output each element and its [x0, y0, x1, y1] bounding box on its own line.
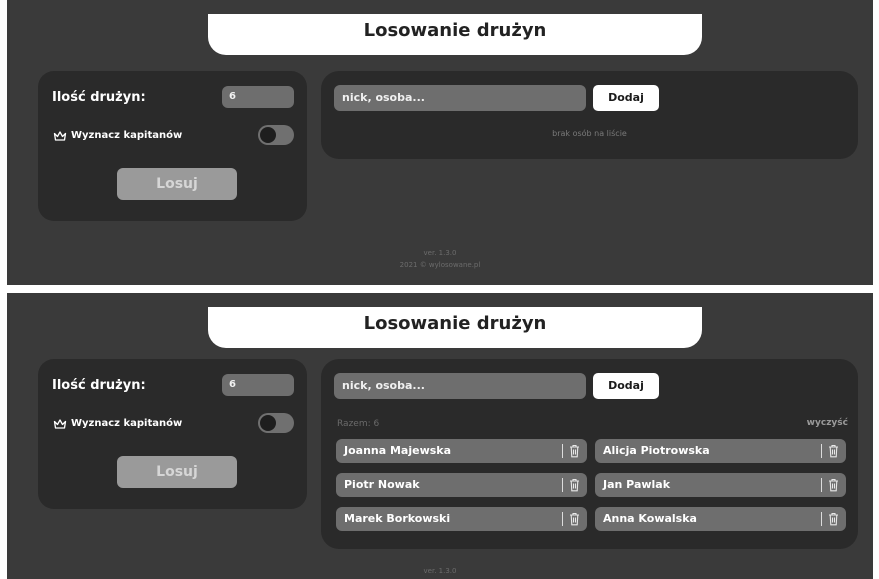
people-card: nick, osoba... Dodaj Razem: 6 wyczyść Jo…: [321, 359, 858, 549]
screen-filled-list: Losowanie drużyn Ilość drużyn: 6 Wyznacz…: [7, 293, 873, 579]
separator: [821, 478, 822, 492]
separator: [821, 512, 822, 526]
draw-button[interactable]: Losuj: [117, 456, 237, 488]
person-name: Alicja Piotrowska: [603, 444, 710, 457]
teams-count-label: Ilość drużyn:: [52, 378, 146, 393]
captains-toggle[interactable]: [258, 125, 294, 145]
trash-icon[interactable]: [569, 444, 580, 458]
toggle-knob: [260, 127, 276, 143]
person-item: Anna Kowalska: [595, 507, 846, 531]
nick-input[interactable]: nick, osoba...: [334, 373, 586, 399]
screen-empty-list: Losowanie drużyn Ilość drużyn: 6 Wyznacz…: [7, 0, 873, 285]
footer-copyright: 2021 © wylosowane.pl: [399, 261, 481, 269]
separator: [562, 478, 563, 492]
crown-icon: [53, 419, 67, 429]
trash-icon[interactable]: [828, 512, 839, 526]
separator: [562, 512, 563, 526]
page-title: Losowanie drużyn: [363, 20, 547, 41]
crown-icon: [53, 131, 67, 141]
person-name: Marek Borkowski: [344, 512, 451, 525]
person-item: Piotr Nowak: [336, 473, 587, 497]
person-item: Marek Borkowski: [336, 507, 587, 531]
total-count: Razem: 6: [337, 419, 380, 429]
clear-list-link[interactable]: wyczyść: [807, 418, 848, 428]
teams-count-input[interactable]: 6: [222, 86, 294, 108]
title-banner: Losowanie drużyn: [208, 14, 702, 55]
person-name: Piotr Nowak: [344, 478, 420, 491]
toggle-knob: [260, 415, 276, 431]
footer-version: ver. 1.3.0: [423, 249, 457, 257]
add-button[interactable]: Dodaj: [593, 85, 659, 111]
trash-icon[interactable]: [828, 444, 839, 458]
add-button[interactable]: Dodaj: [593, 373, 659, 399]
separator: [821, 444, 822, 458]
person-item: Jan Pawlak: [595, 473, 846, 497]
draw-button[interactable]: Losuj: [117, 168, 237, 200]
title-banner: Losowanie drużyn: [208, 307, 702, 348]
people-card: nick, osoba... Dodaj brak osób na liście: [321, 71, 858, 159]
captains-label: Wyznacz kapitanów: [71, 418, 183, 429]
page-title: Losowanie drużyn: [363, 313, 547, 334]
settings-card: Ilość drużyn: 6 Wyznacz kapitanów Losuj: [38, 71, 307, 221]
trash-icon[interactable]: [569, 478, 580, 492]
footer-version: ver. 1.3.0: [423, 567, 457, 575]
separator: [562, 444, 563, 458]
settings-card: Ilość drużyn: 6 Wyznacz kapitanów Losuj: [38, 359, 307, 509]
captains-toggle[interactable]: [258, 413, 294, 433]
captains-label: Wyznacz kapitanów: [71, 130, 183, 141]
person-name: Joanna Majewska: [344, 444, 452, 457]
teams-count-label: Ilość drużyn:: [52, 90, 146, 105]
person-item: Joanna Majewska: [336, 439, 587, 463]
trash-icon[interactable]: [828, 478, 839, 492]
nick-input[interactable]: nick, osoba...: [334, 85, 586, 111]
person-name: Jan Pawlak: [603, 478, 671, 491]
trash-icon[interactable]: [569, 512, 580, 526]
teams-count-input[interactable]: 6: [222, 374, 294, 396]
person-item: Alicja Piotrowska: [595, 439, 846, 463]
person-name: Anna Kowalska: [603, 512, 697, 525]
empty-list-message: brak osób na liście: [552, 129, 627, 138]
